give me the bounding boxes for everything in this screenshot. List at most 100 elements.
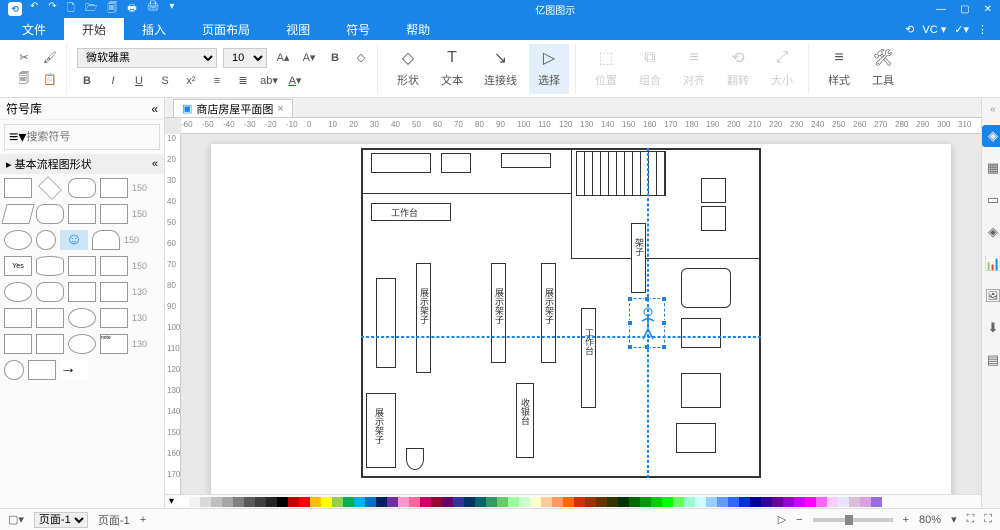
undo-icon[interactable]: ↶ — [30, 1, 38, 18]
dropdown-icon[interactable]: ≡▾ — [9, 127, 26, 147]
color-swatch[interactable] — [552, 497, 563, 507]
color-swatch[interactable] — [343, 497, 354, 507]
strike-icon[interactable]: S — [155, 72, 175, 90]
color-swatch[interactable] — [849, 497, 860, 507]
color-swatch[interactable] — [629, 497, 640, 507]
page-icon[interactable]: ▭ — [982, 189, 1000, 211]
shape-rect[interactable] — [4, 178, 32, 198]
tab-help[interactable]: 帮助 — [388, 18, 448, 40]
paste-icon[interactable]: 📋 — [40, 71, 60, 89]
color-swatch[interactable] — [574, 497, 585, 507]
chart-icon[interactable]: 📊 — [982, 253, 1000, 275]
color-swatch[interactable] — [728, 497, 739, 507]
fontcolor-icon[interactable]: A▾ — [285, 72, 305, 90]
color-swatch[interactable] — [805, 497, 816, 507]
redo-icon[interactable]: ↷ — [48, 1, 56, 18]
color-swatch[interactable] — [431, 497, 442, 507]
close-tab-icon[interactable]: × — [277, 103, 283, 115]
color-swatch[interactable] — [585, 497, 596, 507]
tools-tool[interactable]: 🛠工具 — [863, 44, 903, 94]
shape-parallelogram[interactable] — [1, 204, 34, 224]
color-swatch[interactable] — [365, 497, 376, 507]
color-swatch[interactable] — [310, 497, 321, 507]
color-swatch[interactable] — [838, 497, 849, 507]
save-icon[interactable]: 🖶 — [127, 1, 136, 18]
shape-card[interactable] — [68, 204, 96, 224]
bold-icon-2[interactable]: B — [77, 72, 97, 90]
zoom-in-icon[interactable]: + — [903, 514, 909, 526]
shape-arrow[interactable]: → — [60, 360, 88, 380]
shape-rounded2[interactable] — [36, 282, 64, 302]
tab-view[interactable]: 视图 — [268, 18, 328, 40]
zoom-slider[interactable] — [813, 518, 893, 522]
tab-symbol[interactable]: 符号 — [328, 18, 388, 40]
font-size-select[interactable]: 10 — [223, 48, 267, 68]
color-swatch[interactable] — [530, 497, 541, 507]
shape-circle2[interactable] — [4, 360, 24, 380]
shape-doc[interactable] — [100, 204, 128, 224]
color-swatch[interactable] — [684, 497, 695, 507]
color-swatch[interactable] — [376, 497, 387, 507]
page-selector[interactable]: 页面-1 — [34, 512, 88, 528]
color-swatch[interactable] — [486, 497, 497, 507]
color-swatch[interactable] — [563, 497, 574, 507]
color-swatch[interactable] — [475, 497, 486, 507]
color-swatch[interactable] — [420, 497, 431, 507]
color-swatch[interactable] — [739, 497, 750, 507]
color-swatch[interactable] — [288, 497, 299, 507]
color-swatch[interactable] — [783, 497, 794, 507]
shape-trap[interactable] — [68, 282, 96, 302]
color-swatch[interactable] — [706, 497, 717, 507]
color-swatch[interactable] — [695, 497, 706, 507]
color-swatch[interactable] — [222, 497, 233, 507]
color-swatch[interactable] — [651, 497, 662, 507]
tab-file[interactable]: 文件 — [4, 18, 64, 40]
sync-dropdown[interactable]: ✓▾ — [954, 23, 969, 36]
open-icon[interactable]: 🗁 — [85, 1, 97, 18]
page-tab[interactable]: 页面-1 — [98, 512, 130, 528]
font-shrink-icon[interactable]: A▾ — [299, 49, 319, 67]
shape-rounded[interactable] — [68, 178, 96, 198]
zoom-out-icon[interactable]: − — [796, 514, 802, 526]
select-tool[interactable]: ▷选择 — [529, 44, 569, 94]
add-page-icon[interactable]: + — [140, 514, 146, 526]
copy-icon[interactable]: 🗐 — [14, 71, 34, 89]
color-swatch[interactable] — [541, 497, 552, 507]
color-swatch[interactable] — [387, 497, 398, 507]
shape-section-header[interactable]: ▸ 基本流程图形状 « — [0, 154, 164, 174]
grid-icon[interactable]: ▦ — [982, 157, 1000, 179]
shape-pill[interactable] — [36, 204, 64, 224]
font-family-select[interactable]: 微软雅黑 — [77, 48, 217, 68]
fullscreen-icon[interactable]: ⛶ — [984, 513, 992, 526]
color-swatch[interactable] — [750, 497, 761, 507]
cut-icon[interactable]: ✂ — [14, 49, 34, 67]
shape-oval4[interactable] — [68, 334, 96, 354]
collapse-right-icon[interactable]: « — [990, 104, 996, 115]
image-icon[interactable]: 🖼 — [982, 285, 1000, 307]
color-swatch[interactable] — [244, 497, 255, 507]
shape-display[interactable] — [100, 256, 128, 276]
clear-format-icon[interactable]: ◇ — [351, 49, 371, 67]
zoom-value[interactable]: 80% — [919, 514, 941, 526]
shape-hex[interactable] — [4, 334, 32, 354]
color-swatch[interactable] — [277, 497, 288, 507]
color-swatch[interactable] — [464, 497, 475, 507]
color-swatch[interactable] — [673, 497, 684, 507]
document-tab[interactable]: ▣ 商店房屋平面图 × — [173, 99, 293, 117]
color-swatch[interactable] — [497, 497, 508, 507]
color-swatch[interactable] — [266, 497, 277, 507]
shape-oval2[interactable] — [4, 282, 32, 302]
shape-ellipse[interactable] — [4, 230, 32, 250]
shape-tape[interactable] — [68, 256, 96, 276]
shape-note[interactable]: note — [100, 334, 128, 354]
table-icon[interactable]: ▤ — [982, 349, 1000, 371]
connector-tool[interactable]: ↘连接线 — [476, 44, 525, 94]
underline-icon[interactable]: U — [129, 72, 149, 90]
color-swatch[interactable] — [827, 497, 838, 507]
shape-person[interactable]: ☺ — [60, 230, 88, 250]
shape-cylinder[interactable] — [36, 256, 64, 276]
color-swatch[interactable] — [618, 497, 629, 507]
layers-icon[interactable]: ◈ — [982, 221, 1000, 243]
color-swatch[interactable] — [354, 497, 365, 507]
color-swatch[interactable] — [321, 497, 332, 507]
